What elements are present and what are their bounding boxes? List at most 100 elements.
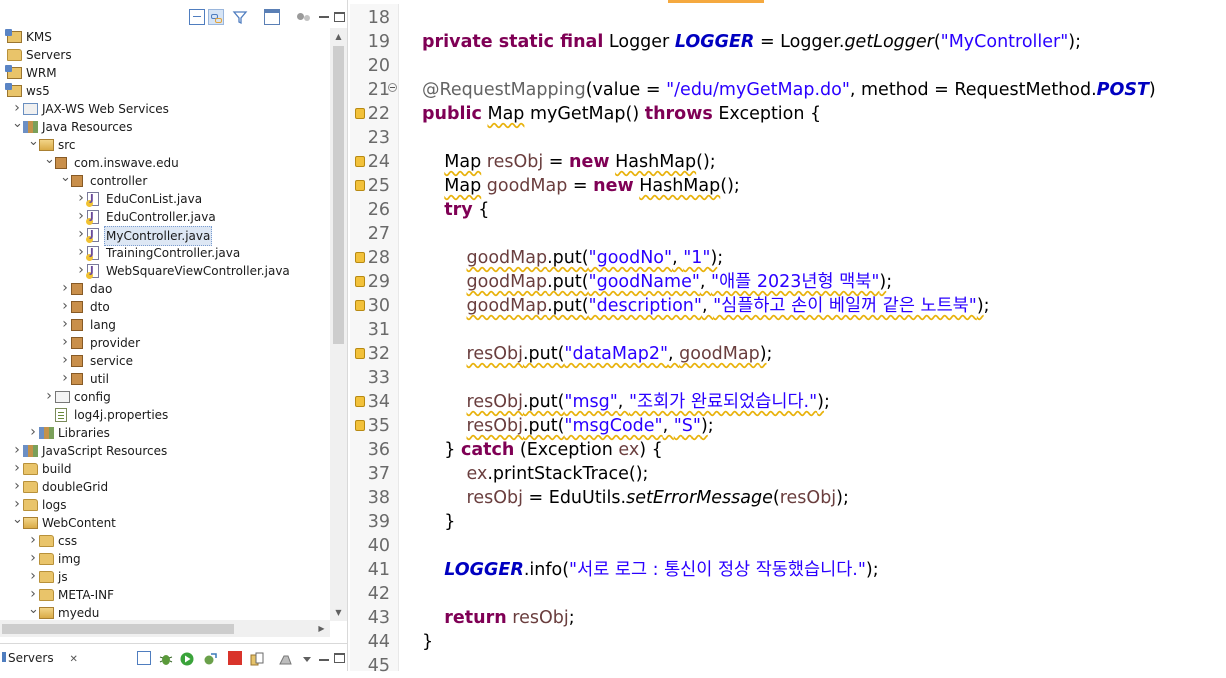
code-line[interactable]: 31 [350,318,1226,342]
tree-item[interactable]: › TrainingController.java [0,244,330,262]
chevron-right-icon[interactable]: › [28,424,38,442]
view-menu-icon[interactable] [300,651,314,665]
chevron-right-icon[interactable]: › [60,352,70,370]
view-menu-icon[interactable] [264,9,280,25]
code-line[interactable]: 23 [350,126,1226,150]
tree-item[interactable]: › JAX-WS Web Services [0,100,330,118]
publish-icon[interactable] [250,651,264,666]
tree-item[interactable]: › EduConList.java [0,190,330,208]
code-line[interactable]: 42 [350,582,1226,606]
tree-item[interactable]: › lang [0,316,330,334]
tree-item[interactable]: › META-INF [0,586,330,604]
tree-item[interactable]: › MyController.java [0,226,330,246]
code-line[interactable]: 39 } [350,510,1226,534]
close-tab-icon[interactable]: ✕ [69,654,77,665]
minimize-icon[interactable] [318,651,332,665]
clean-icon[interactable] [278,651,292,665]
tree-horizontal-scrollbar[interactable]: ▶ [0,620,330,637]
code-line[interactable]: 22 public Map myGetMap() throws Exception… [350,102,1226,126]
code-line[interactable]: 35 resObj.put("msgCode", "S"); [350,414,1226,438]
tree-item[interactable]: › dto [0,298,330,316]
horizontal-scroll-thumb[interactable] [2,624,234,634]
code-line[interactable]: 24 Map resObj = new HashMap(); [350,150,1226,174]
code-line[interactable]: 18 [350,6,1226,30]
scroll-up-arrow-icon[interactable]: ▲ [330,28,347,45]
code-line[interactable]: 45 [350,654,1226,678]
code-line[interactable]: 40 [350,534,1226,558]
chevron-down-icon[interactable]: ⌄ [44,153,55,172]
tree-item[interactable]: › logs [0,496,330,514]
tree-item[interactable]: › config [0,388,330,406]
code-line[interactable]: 33 [350,366,1226,390]
collapse-all-icon[interactable] [189,9,205,25]
debug-server-icon[interactable] [159,651,173,665]
chevron-right-icon[interactable]: › [12,460,22,478]
filter-icon[interactable] [232,9,248,25]
profile-server-icon[interactable] [203,651,217,665]
chevron-right-icon[interactable]: › [76,244,86,262]
tree-item[interactable]: › EduController.java [0,208,330,226]
chevron-down-icon[interactable]: ⌄ [12,513,23,532]
tree-vertical-scrollbar[interactable]: ▲ ▼ [330,28,347,621]
tree-item[interactable]: ⌄ WebContent [0,513,330,532]
scroll-down-arrow-icon[interactable]: ▼ [330,604,347,621]
tree-item[interactable]: › provider [0,334,330,352]
tree-item[interactable]: ⌄ Java Resources [0,117,330,136]
tree-item[interactable]: Servers [0,46,330,64]
code-line[interactable]: 27 [350,222,1226,246]
tree-item[interactable]: ⌄ myedu [0,603,330,620]
chevron-right-icon[interactable]: › [76,190,86,208]
minimize-icon[interactable] [318,9,334,25]
scroll-right-arrow-icon[interactable]: ▶ [313,620,330,637]
chevron-right-icon[interactable]: › [60,298,70,316]
chevron-right-icon[interactable]: › [44,388,54,406]
code-line[interactable]: 32 resObj.put("dataMap2", goodMap); [350,342,1226,366]
code-line[interactable]: 19 private static final Logger LOGGER = L… [350,30,1226,54]
chevron-down-icon[interactable]: ⌄ [12,117,23,136]
chevron-right-icon[interactable]: › [60,316,70,334]
tree-item[interactable]: › Libraries [0,424,330,442]
code-line[interactable]: 34 resObj.put("msg", "조회가 완료되었습니다."); [350,390,1226,414]
tree-item[interactable]: › build [0,460,330,478]
code-line[interactable]: 37 ex.printStackTrace(); [350,462,1226,486]
java-code-editor[interactable]: 18 19 private static final Logger LOGGER =… [350,0,1226,676]
link-with-editor-icon[interactable] [208,9,224,25]
vertical-scroll-thumb[interactable] [333,46,344,344]
code-line[interactable]: 41 LOGGER.info("서로 로그 : 통신이 정상 작동했습니다.")… [350,558,1226,582]
tree-item[interactable]: KMS [0,28,330,46]
code-line[interactable]: 43 return resObj; [350,606,1226,630]
code-line[interactable]: 36 } catch (Exception ex) { [350,438,1226,462]
code-line[interactable]: 38 resObj = EduUtils.setErrorMessage(res… [350,486,1226,510]
code-line[interactable]: 21 @RequestMapping(value = "/edu/myGetMap… [350,78,1226,102]
tree-item[interactable]: ws5 [0,82,330,100]
code-line[interactable]: 26 try { [350,198,1226,222]
chevron-right-icon[interactable]: › [12,478,22,496]
chevron-right-icon[interactable]: › [12,442,22,460]
chevron-right-icon[interactable]: › [28,532,38,550]
tree-item[interactable]: › service [0,352,330,370]
chevron-down-icon[interactable]: ⌄ [28,603,39,620]
tree-item[interactable]: WRM [0,64,330,82]
tree-item[interactable]: › js [0,568,330,586]
code-line[interactable]: 29 goodMap.put("goodName", "애플 2023년형 맥북… [350,270,1226,294]
collapse-all-icon[interactable] [137,651,151,665]
servers-tab[interactable]: Servers ✕ [0,644,78,672]
chevron-right-icon[interactable]: › [76,226,86,244]
code-line[interactable]: 25 Map goodMap = new HashMap(); [350,174,1226,198]
stop-server-icon[interactable] [228,651,242,665]
tree-item[interactable]: › img [0,550,330,568]
chevron-right-icon[interactable]: › [60,370,70,388]
code-line[interactable]: 30 goodMap.put("description", "심플하고 손이 베… [350,294,1226,318]
tree-item[interactable]: › WebSquareViewController.java [0,262,330,280]
tree-item[interactable]: › css [0,532,330,550]
maximize-icon[interactable] [334,653,345,663]
more-icon[interactable] [296,9,312,25]
maximize-icon[interactable] [334,12,345,22]
chevron-right-icon[interactable]: › [60,334,70,352]
chevron-right-icon[interactable]: › [28,568,38,586]
tree-item[interactable]: log4j.properties [0,406,330,424]
tree-item[interactable]: ⌄ com.inswave.edu [0,153,330,172]
code-line[interactable]: 28 goodMap.put("goodNo", "1"); [350,246,1226,270]
chevron-down-icon[interactable]: ⌄ [60,171,71,190]
tree-item[interactable]: › dao [0,280,330,298]
